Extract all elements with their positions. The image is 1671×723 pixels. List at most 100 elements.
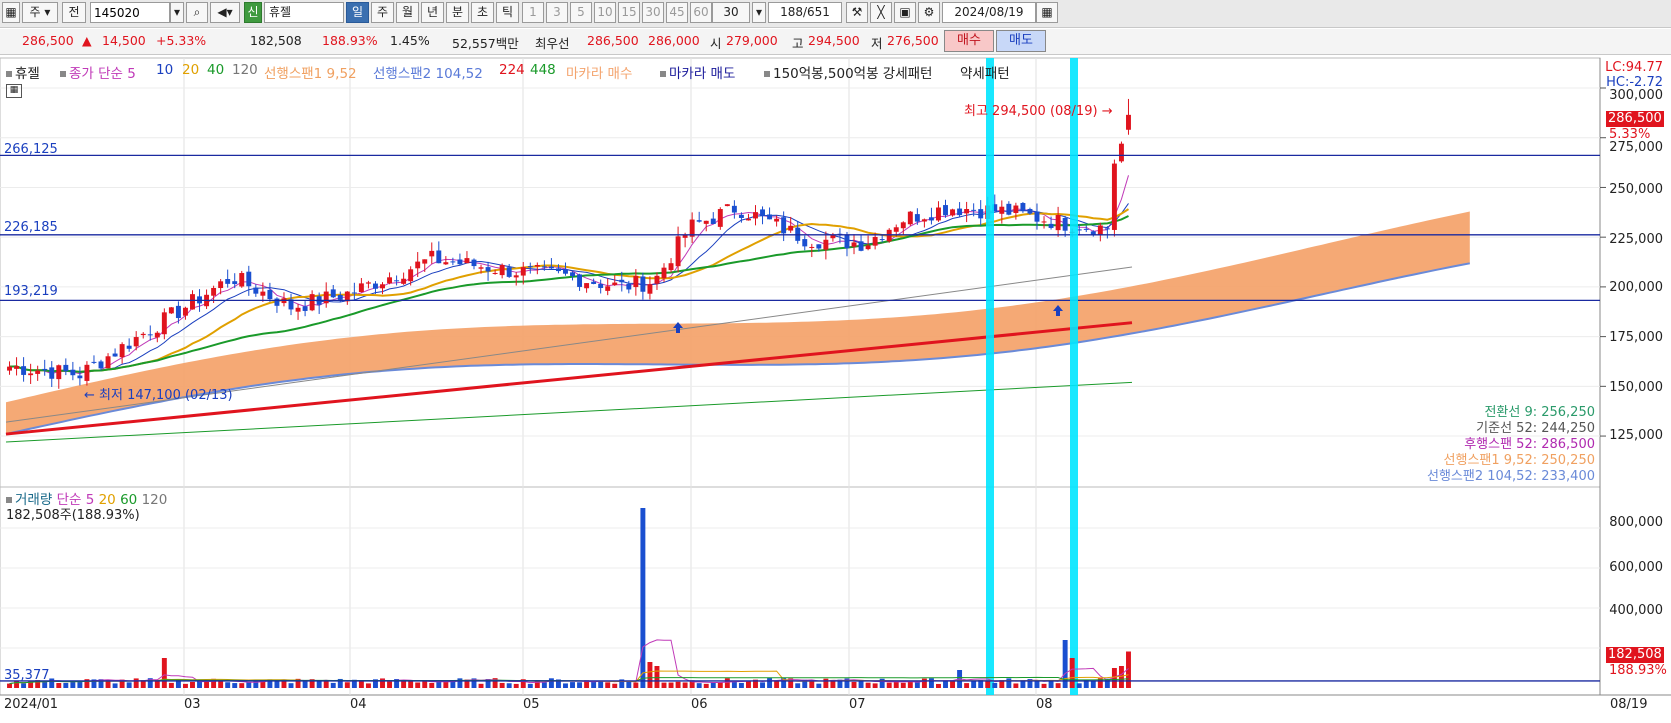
volume-bar [795,683,801,688]
volume-bar [851,681,857,688]
table-icon[interactable]: ▦ [6,84,22,98]
legend-square [6,71,12,77]
volume-bar [971,681,977,688]
price-tick-label: 225,000 [1609,232,1663,247]
signal-marker-bar [1070,58,1078,695]
month-label: 04 [350,697,367,712]
candle-body [429,250,435,257]
legend-ma[interactable]: 종가 단순 5 [60,62,136,82]
candle-body [246,271,252,287]
candle-body [950,209,956,216]
price-tick-label: 175,000 [1609,330,1663,345]
month-label: 06 [691,697,708,712]
candle-body [520,267,526,276]
volume-bar [703,683,709,688]
candle-body [1006,203,1012,215]
candle-body [175,305,181,319]
end-date: 08/19 [1610,697,1648,712]
candle-body [499,264,505,276]
candle-body [774,218,780,222]
month-label: 03 [184,697,201,712]
volume-bar [893,681,899,688]
volume-bar [1090,681,1096,688]
volume-bar [527,683,533,688]
volume-bar [443,681,449,688]
candle-body [485,267,491,272]
legend-ma120[interactable]: 120 [232,62,258,78]
candle-body [1013,205,1019,213]
volume-bar [21,683,27,688]
volume-bar [1055,683,1061,688]
volume-bar [907,682,913,688]
volume-bar [450,681,456,688]
candle-body [943,205,948,216]
volume-bar [506,683,512,688]
volume-bar [126,682,132,688]
candle-body [119,344,125,358]
candle-body [738,214,744,218]
volume-bar [724,678,730,688]
month-label: 08 [1036,697,1053,712]
legend-ma40[interactable]: 40 [207,62,224,78]
volume-bar [168,682,174,688]
candle-body [506,267,512,277]
volume-bar [936,683,941,688]
candle-body [844,234,850,249]
candle-body [464,258,470,264]
volume-bar [401,681,407,688]
legend-pattern-label: 150억봉,500억봉 강세패턴 [773,66,933,82]
candle-body [295,307,301,312]
volume-bar [323,680,329,688]
candle-body [190,294,195,310]
legend-ma10[interactable]: 10 [156,62,173,78]
legend-weak[interactable]: 약세패턴 [960,62,1010,82]
volume-bar [358,680,364,688]
candle-body [330,289,336,298]
candle-body [513,275,519,278]
candle-body [1126,114,1131,130]
candle-body [584,283,590,289]
legend-stock[interactable]: 휴젤 [6,62,40,82]
candle-body [70,369,76,376]
high-annotation-text: 최고 294,500 (08/19) [964,104,1098,119]
candle-body [731,205,737,213]
candle-body [823,239,829,250]
volume-bar [626,681,632,688]
legend-ma224[interactable]: 224 [499,62,525,78]
price-tick-label: 275,000 [1609,140,1663,155]
candle-body [63,364,69,372]
candle-body [387,277,393,284]
candle-body [337,294,343,300]
legend-marubozu-buy[interactable]: 마카라 매수 [566,62,632,82]
legend-square [60,71,66,77]
legend-square [6,497,12,503]
lc-value: LC:94.77 [1605,60,1663,75]
legend-pattern[interactable]: 150억봉,500억봉 강세패턴 [764,62,932,82]
candle-body [98,361,104,369]
candle-body [689,219,695,237]
volume-bar [344,682,350,688]
price-volume-chart[interactable] [0,0,1671,723]
candle-body [893,227,899,232]
candle-body [457,259,463,265]
candle-body [408,269,414,282]
volume-bar [886,682,892,688]
volume-bar [1013,683,1019,688]
legend-ma448[interactable]: 448 [530,62,556,78]
legend-ma20[interactable]: 20 [182,62,199,78]
legend-span2[interactable]: 선행스팬2 104,52 [373,62,483,82]
candle-body [28,373,34,376]
legend-span1[interactable]: 선행스팬1 9,52 [264,62,357,82]
candle-body [591,281,597,284]
candle-body [1111,163,1117,230]
volume-bar [56,682,62,688]
candle-body [492,272,498,274]
candle-body [978,209,984,219]
candle-body [555,268,561,272]
volume-summary: 182,508주(188.93%) [6,508,140,523]
signal-marker-bar [986,58,994,695]
legend-marubozu-sell[interactable]: 마카라 매도 [660,62,735,82]
candle-body [548,266,554,269]
volume-bar [77,681,83,688]
candle-body [436,250,442,264]
